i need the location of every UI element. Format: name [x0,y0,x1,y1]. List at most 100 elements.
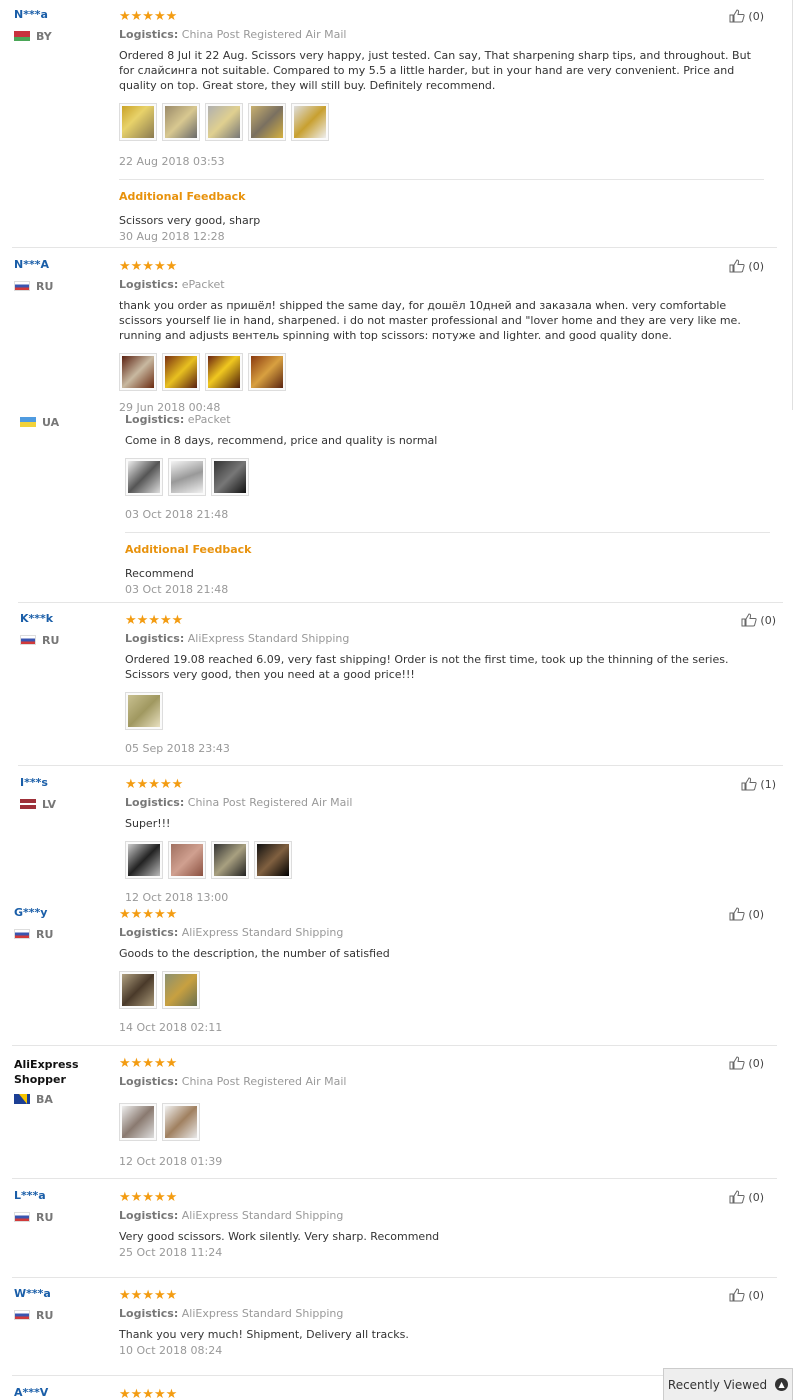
reviewer-name[interactable]: AliExpress Shopper [14,1057,84,1087]
star-rating: ★★★★★ [119,907,178,922]
reviewer-name[interactable]: K***k [20,611,112,626]
review-photo[interactable] [211,458,249,496]
reviewer-name[interactable]: A***V [14,1385,106,1400]
review-photo[interactable] [248,103,286,141]
helpful-count: (0) [748,907,764,921]
logistics-info: Logistics: AliExpress Standard Shipping [119,926,344,939]
star-rating: ★★★★★ [119,259,178,274]
review-date: 25 Oct 2018 11:24 [119,1246,223,1259]
reviewer-name[interactable]: I***s [20,775,112,790]
helpful-count: (0) [748,259,764,273]
divider [18,602,783,603]
helpful-button[interactable]: (0) [729,907,764,921]
star-rating: ★★★★★ [119,1056,178,1071]
thumbs-up-icon [729,1056,746,1070]
helpful-button[interactable]: (0) [729,1190,764,1204]
divider [12,1277,777,1278]
review-photos [119,103,764,141]
review-photo[interactable] [162,103,200,141]
flag-icon [14,929,30,939]
review-photos [119,971,764,1009]
divider [119,179,764,180]
review-photo[interactable] [125,692,163,730]
helpful-button[interactable]: (0) [729,1056,764,1070]
review-photos [119,353,764,391]
helpful-button[interactable]: (0) [729,259,764,273]
review-date: 03 Oct 2018 21:48 [125,508,229,521]
review-photo[interactable] [119,353,157,391]
chevron-up-icon: ▲ [775,1378,789,1391]
country-code: RU [36,1210,54,1224]
logistics-info: Logistics: ePacket [125,413,231,426]
flag-icon [14,1310,30,1320]
country-code: BA [36,1092,53,1106]
star-rating: ★★★★★ [125,777,184,792]
review-photo[interactable] [205,353,243,391]
review-photo[interactable] [291,103,329,141]
additional-feedback-text: Scissors very good, sharp [119,214,261,227]
star-rating: ★★★★★ [119,1288,178,1303]
helpful-count: (1) [760,777,776,791]
star-rating: ★★★★★ [119,9,178,24]
review-text: thank you order as пришёл! shipped the s… [119,299,741,342]
review-photo[interactable] [205,103,243,141]
review-photo[interactable] [168,458,206,496]
review-photos [125,458,770,496]
thumbs-up-icon [729,9,746,23]
review-photo[interactable] [254,841,292,879]
review-photo[interactable] [119,103,157,141]
logistics-info: Logistics: China Post Registered Air Mai… [119,28,347,41]
thumbs-up-icon [741,613,758,627]
reviewer-name[interactable]: L***a [14,1188,106,1203]
review-photo[interactable] [125,841,163,879]
review-photo[interactable] [119,1103,157,1141]
review-photo[interactable] [168,841,206,879]
additional-feedback-date: 30 Aug 2018 12:28 [119,230,225,243]
review-photo[interactable] [211,841,249,879]
helpful-button[interactable]: (1) [741,777,776,791]
star-rating: ★★★★★ [125,613,184,628]
country-code: RU [36,1308,54,1322]
helpful-button[interactable]: (0) [741,613,776,627]
helpful-count: (0) [748,9,764,23]
review-text: Ordered 8 Jul it 22 Aug. Scissors very h… [119,49,751,92]
review-text: Ordered 19.08 reached 6.09, very fast sh… [125,653,729,681]
divider [125,532,770,533]
review-text: Super!!! [125,817,171,830]
review-photo[interactable] [248,353,286,391]
review-photo[interactable] [162,353,200,391]
helpful-count: (0) [760,613,776,627]
recently-viewed-button[interactable]: Recently Viewed ▲ [663,1368,793,1400]
review-date: 12 Oct 2018 01:39 [119,1155,223,1168]
divider [18,765,783,766]
logistics-info: Logistics: China Post Registered Air Mai… [125,796,353,809]
country-code: UA [42,415,60,429]
helpful-button[interactable]: (0) [729,9,764,23]
helpful-button[interactable]: (0) [729,1288,764,1302]
reviewer-name[interactable]: W***a [14,1286,106,1301]
review-photo[interactable] [119,971,157,1009]
additional-feedback-date: 03 Oct 2018 21:48 [125,583,229,596]
reviewer-name[interactable]: N***A [14,257,106,272]
divider [792,0,793,410]
thumbs-up-icon [741,777,758,791]
logistics-info: Logistics: ePacket [119,278,225,291]
thumbs-up-icon [729,907,746,921]
helpful-count: (0) [748,1288,764,1302]
review-photo[interactable] [162,971,200,1009]
reviewer-name[interactable]: N***a [14,7,106,22]
review-photo[interactable] [125,458,163,496]
helpful-count: (0) [748,1190,764,1204]
review-text: Thank you very much! Shipment, Delivery … [119,1328,409,1341]
review-date: 22 Aug 2018 03:53 [119,155,225,168]
reviewer-name[interactable]: G***y [14,905,106,920]
logistics-info: Logistics: AliExpress Standard Shipping [119,1209,344,1222]
recently-viewed-label: Recently Viewed [667,1377,768,1392]
divider [12,1178,777,1179]
review-photo[interactable] [162,1103,200,1141]
review-photos [125,841,770,879]
review-date: 10 Oct 2018 08:24 [119,1344,223,1357]
review-photos [119,1103,764,1141]
divider [12,1045,777,1046]
country-code: BY [36,29,52,43]
